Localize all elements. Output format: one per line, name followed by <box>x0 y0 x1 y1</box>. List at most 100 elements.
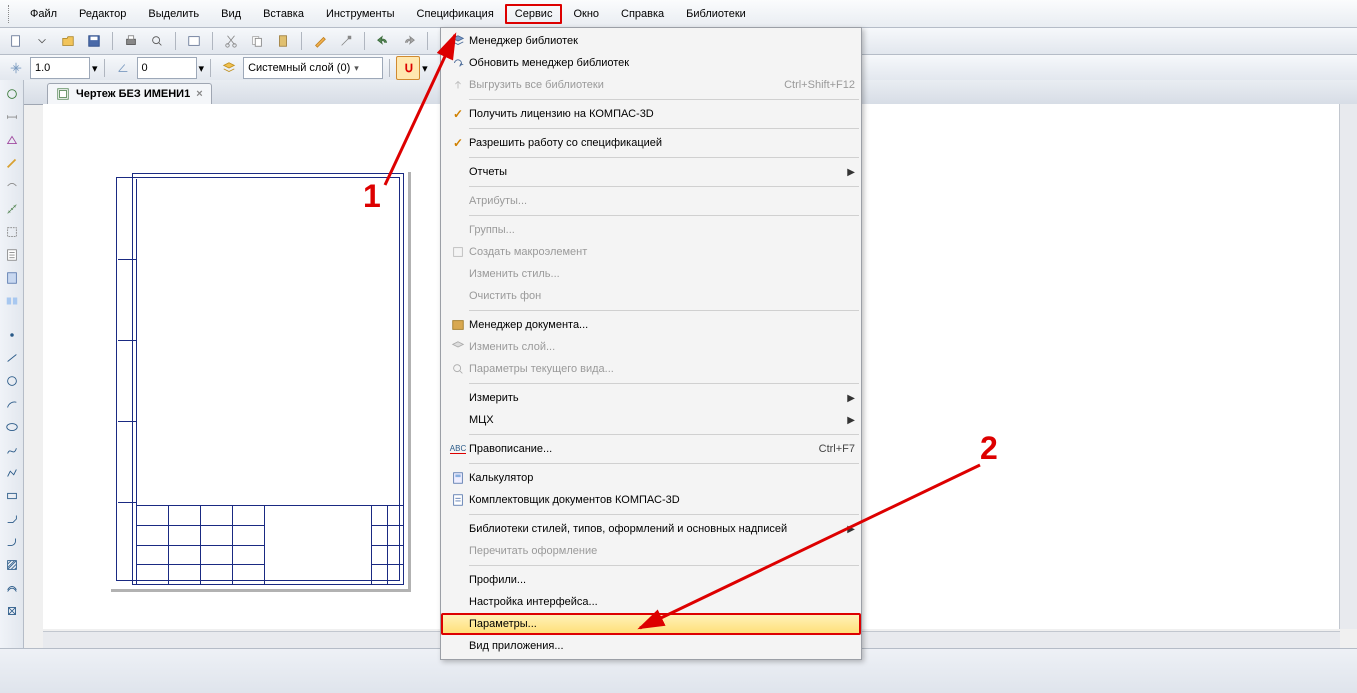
spec-panel-button[interactable] <box>1 244 23 266</box>
designations-panel-button[interactable] <box>1 129 23 151</box>
menu-window[interactable]: Окно <box>562 3 610 25</box>
menu-item-правописание[interactable]: ABCПравописание...Ctrl+F7 <box>441 438 861 460</box>
angle-toggle-button[interactable] <box>111 56 135 80</box>
redo-button[interactable] <box>397 29 421 53</box>
menu-item-вид-приложения[interactable]: Вид приложения... <box>441 635 861 657</box>
document-tab-label: Чертеж БЕЗ ИМЕНИ1 <box>76 88 190 100</box>
docmgr-icon <box>447 318 469 332</box>
cut-button[interactable] <box>219 29 243 53</box>
menu-libraries[interactable]: Библиотеки <box>675 3 757 25</box>
tab-close-icon[interactable]: × <box>196 88 202 100</box>
menu-item-label: Параметры текущего вида... <box>469 363 855 375</box>
copy-props-button[interactable] <box>334 29 358 53</box>
menu-item-менеджер-документа[interactable]: Менеджер документа... <box>441 314 861 336</box>
select-panel-button[interactable] <box>1 221 23 243</box>
edit-panel-button[interactable] <box>1 152 23 174</box>
autoobj-tool-button[interactable] <box>1 600 23 622</box>
arc-tool-button[interactable] <box>1 393 23 415</box>
hatch-tool-button[interactable] <box>1 554 23 576</box>
polyline-tool-button[interactable] <box>1 462 23 484</box>
menu-item-перечитать-оформление: Перечитать оформление <box>441 540 861 562</box>
menu-tools[interactable]: Инструменты <box>315 3 406 25</box>
menu-item-label: Вид приложения... <box>469 640 855 652</box>
dimensions-panel-button[interactable] <box>1 106 23 128</box>
menu-insert[interactable]: Вставка <box>252 3 315 25</box>
menu-select[interactable]: Выделить <box>137 3 210 25</box>
paste-button[interactable] <box>271 29 295 53</box>
angle-value-input[interactable]: 0 <box>137 57 197 79</box>
menu-item-label: Разрешить работу со спецификацией <box>469 137 855 149</box>
snap-toggle-button[interactable] <box>396 56 420 80</box>
menu-item-разрешить-работу-со-спецификацией[interactable]: ✓Разрешить работу со спецификацией <box>441 132 861 154</box>
new-doc-button[interactable] <box>4 29 28 53</box>
menu-item-комплектовщик-документов-компас-3d[interactable]: Комплектовщик документов КОМПАС-3D <box>441 489 861 511</box>
menu-view[interactable]: Вид <box>210 3 252 25</box>
menu-help[interactable]: Справка <box>610 3 675 25</box>
menu-item-измерить[interactable]: Измерить▶ <box>441 387 861 409</box>
menu-item-параметры[interactable]: Параметры... <box>441 613 861 635</box>
menu-item-очистить-фон: Очистить фон <box>441 285 861 307</box>
views-panel-button[interactable] <box>1 290 23 312</box>
menu-item-label: Отчеты <box>469 166 843 178</box>
menu-item-label: Менеджер документа... <box>469 319 855 331</box>
line-tool-button[interactable] <box>1 347 23 369</box>
menu-item-настройка-интерфейса[interactable]: Настройка интерфейса... <box>441 591 861 613</box>
upload-icon <box>447 78 469 92</box>
ellipse-tool-button[interactable] <box>1 416 23 438</box>
vertical-scrollbar[interactable] <box>1339 104 1357 629</box>
measure-panel-button[interactable] <box>1 198 23 220</box>
stack-icon <box>447 34 469 48</box>
angle-dropdown-icon[interactable]: ▾ <box>199 62 205 75</box>
fillet-tool-button[interactable] <box>1 531 23 553</box>
refresh-icon <box>447 56 469 70</box>
save-button[interactable] <box>82 29 106 53</box>
step-toggle-button[interactable] <box>4 56 28 80</box>
menu-item-изменить-слой: Изменить слой... <box>441 336 861 358</box>
print-button[interactable] <box>119 29 143 53</box>
menu-item-библиотеки-стилей-типов-оформлений-и-основных-надписей[interactable]: Библиотеки стилей, типов, оформлений и о… <box>441 518 861 540</box>
layer-combo[interactable]: Системный слой (0)▾ <box>243 57 383 79</box>
step-value-input[interactable]: 1.0 <box>30 57 90 79</box>
submenu-arrow-icon: ▶ <box>843 167 855 178</box>
menu-editor[interactable]: Редактор <box>68 3 137 25</box>
rect-tool-button[interactable] <box>1 485 23 507</box>
copy-button[interactable] <box>245 29 269 53</box>
menu-item-профили[interactable]: Профили... <box>441 569 861 591</box>
menu-item-калькулятор[interactable]: Калькулятор <box>441 467 861 489</box>
layer-icon <box>447 340 469 354</box>
menu-item-создать-макроэлемент: Создать макроэлемент <box>441 241 861 263</box>
menu-item-отчеты[interactable]: Отчеты▶ <box>441 161 861 183</box>
preview-button[interactable] <box>182 29 206 53</box>
menu-item-label: Перечитать оформление <box>469 545 855 557</box>
menu-item-label: Группы... <box>469 224 855 236</box>
new-doc-dropdown[interactable] <box>30 29 54 53</box>
menu-item-менеджер-библиотек[interactable]: Менеджер библиотек <box>441 30 861 52</box>
point-tool-button[interactable] <box>1 324 23 346</box>
properties-button[interactable] <box>308 29 332 53</box>
menu-item-мцх[interactable]: МЦХ▶ <box>441 409 861 431</box>
menu-item-обновить-менеджер-библиотек[interactable]: Обновить менеджер библиотек <box>441 52 861 74</box>
menu-file[interactable]: Файл <box>19 3 68 25</box>
snap-dropdown-icon[interactable]: ▾ <box>422 62 428 75</box>
geometry-panel-button[interactable] <box>1 83 23 105</box>
menu-item-label: Очистить фон <box>469 290 855 302</box>
print-preview-button[interactable] <box>145 29 169 53</box>
document-tab[interactable]: Чертеж БЕЗ ИМЕНИ1 × <box>47 83 212 104</box>
chamfer-tool-button[interactable] <box>1 508 23 530</box>
layers-button[interactable] <box>217 56 241 80</box>
reports-panel-button[interactable] <box>1 267 23 289</box>
service-menu-dropdown: Менеджер библиотекОбновить менеджер библ… <box>440 27 862 660</box>
open-button[interactable] <box>56 29 80 53</box>
menu-item-получить-лицензию-на-компас-3d[interactable]: ✓Получить лицензию на КОМПАС-3D <box>441 103 861 125</box>
param-panel-button[interactable] <box>1 175 23 197</box>
menu-item-shortcut: Ctrl+Shift+F12 <box>784 79 855 91</box>
menu-specification[interactable]: Спецификация <box>406 3 505 25</box>
spline-tool-button[interactable] <box>1 439 23 461</box>
menu-item-выгрузить-все-библиотеки: Выгрузить все библиотекиCtrl+Shift+F12 <box>441 74 861 96</box>
step-dropdown-icon[interactable]: ▾ <box>92 62 98 75</box>
undo-button[interactable] <box>371 29 395 53</box>
menu-service[interactable]: Сервис <box>505 4 563 24</box>
circle-tool-button[interactable] <box>1 370 23 392</box>
title-block <box>136 505 404 585</box>
equidist-tool-button[interactable] <box>1 577 23 599</box>
